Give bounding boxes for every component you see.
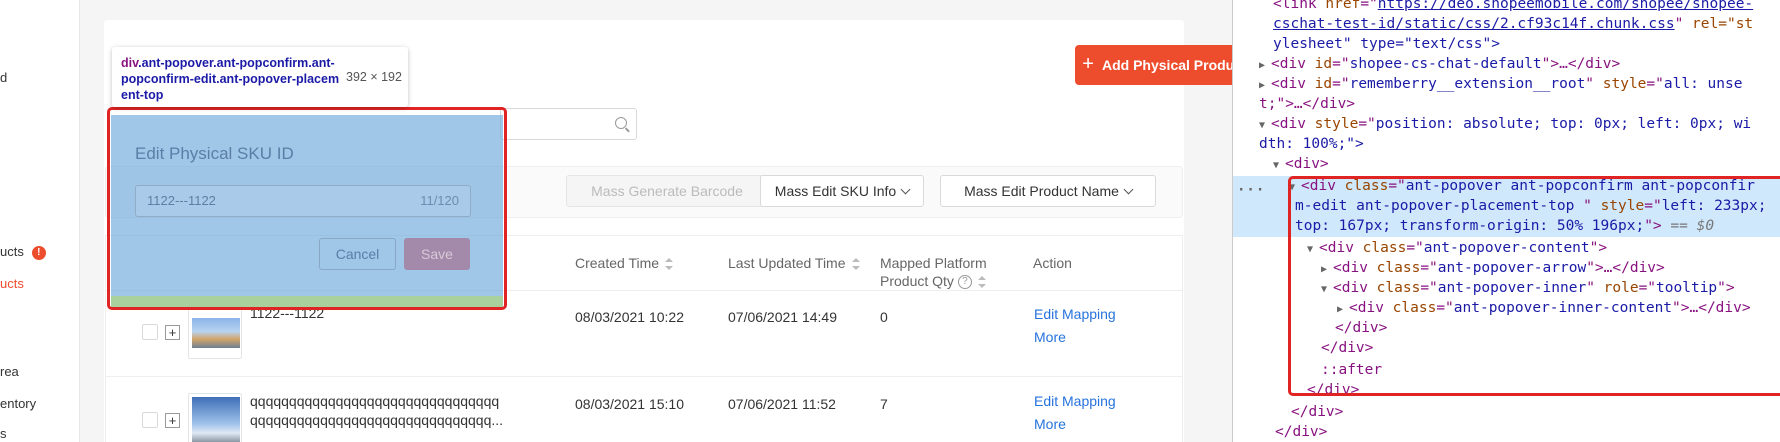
dom-node-line[interactable]: dth: 100%;"> (1233, 134, 1780, 155)
add-physical-product-button[interactable]: + Add Physical Product (1075, 45, 1254, 85)
mass-generate-barcode-button[interactable]: Mass Generate Barcode (566, 175, 768, 207)
annotation-highlight-box (107, 107, 507, 310)
column-header-action: Action (1033, 255, 1072, 271)
sidebar-item-area[interactable]: rea (0, 364, 19, 379)
edit-mapping-link[interactable]: Edit Mapping (1034, 305, 1116, 323)
mass-edit-product-name-button[interactable]: Mass Edit Product Name (940, 175, 1156, 207)
last-updated-time: 07/06/2021 11:52 (728, 396, 836, 412)
column-header-created-time[interactable]: Created Time (575, 254, 674, 272)
left-sidebar: d ucts! ucts rea entory s (0, 0, 80, 442)
dom-node-line[interactable]: <link href="https://deo.shopeemobile.com… (1233, 0, 1780, 15)
product-name-line-1: qqqqqqqqqqqqqqqqqqqqqqqqqqqqqqqq (250, 393, 500, 409)
element-selector: div.ant-popover.ant-popconfirm.ant-popco… (121, 56, 340, 102)
search-icon[interactable] (615, 117, 627, 129)
plus-icon: + (1082, 53, 1094, 75)
product-name-line-2: qqqqqqqqqqqqqqqqqqqqqqqqqqqqqqq... (250, 412, 504, 428)
sidebar-item[interactable]: s (0, 426, 7, 441)
sidebar-item-inventory[interactable]: entory (0, 396, 36, 411)
help-icon[interactable]: ? (957, 275, 972, 290)
product-thumbnail (188, 305, 242, 359)
row-checkbox[interactable] (142, 324, 158, 340)
last-updated-time: 07/06/2021 14:49 (728, 309, 837, 325)
row-checkbox[interactable] (142, 412, 158, 428)
column-header-mapped-qty[interactable]: Mapped Platform Product Qty? (880, 254, 987, 290)
sidebar-item-products[interactable]: ucts! (0, 244, 46, 260)
edit-mapping-link[interactable]: Edit Mapping (1034, 392, 1116, 410)
dom-node-line[interactable]: ▶ <div id="rememberry__extension__root" s… (1233, 74, 1780, 95)
search-field[interactable] (500, 108, 637, 140)
expand-row-icon[interactable]: + (165, 325, 180, 340)
more-link[interactable]: More (1034, 328, 1066, 346)
sort-icon[interactable] (851, 258, 860, 271)
element-size: 392 × 192 (346, 70, 402, 84)
mapped-qty: 0 (880, 309, 888, 325)
dom-node-line[interactable]: t;">…</div> (1233, 94, 1780, 115)
dom-node-line[interactable]: ▼ <div style="position: absolute; top: 0p… (1233, 114, 1780, 135)
sidebar-item[interactable]: d (0, 70, 7, 85)
node-options-icon[interactable]: ··· (1237, 180, 1265, 201)
product-thumbnail (188, 393, 242, 442)
sort-icon[interactable] (665, 258, 674, 271)
dom-node-line[interactable]: ylesheet" type="text/css"> (1233, 34, 1780, 55)
mass-edit-sku-info-button[interactable]: Mass Edit SKU Info (760, 175, 924, 207)
chevron-down-icon (900, 184, 911, 194)
screen: d ucts! ucts rea entory s + Add Physical… (0, 0, 1780, 442)
more-link[interactable]: More (1034, 415, 1066, 433)
created-time: 08/03/2021 15:10 (575, 396, 684, 412)
sort-icon[interactable] (977, 276, 986, 289)
created-time: 08/03/2021 10:22 (575, 309, 684, 325)
dom-node-line[interactable]: </div> (1233, 422, 1780, 442)
annotation-highlight-box (1288, 176, 1780, 396)
inspector-tooltip: div.ant-popover.ant-popconfirm.ant-popco… (112, 47, 408, 107)
chevron-down-icon (1123, 184, 1134, 194)
expand-row-icon[interactable]: + (165, 413, 180, 428)
column-header-last-updated-time[interactable]: Last Updated Time (728, 254, 860, 272)
mapped-qty: 7 (880, 396, 888, 412)
dom-node-line[interactable]: ▶ <div id="shopee-cs-chat-default">…</div… (1233, 54, 1780, 75)
dom-node-line[interactable]: ▼ <div> (1233, 154, 1780, 175)
sidebar-item-products-active[interactable]: ucts (0, 276, 24, 291)
row-divider (105, 376, 1183, 377)
dom-node-line[interactable]: cschat-test-id/static/css/2.cf93c14f.chu… (1233, 14, 1780, 35)
alert-badge-icon: ! (31, 246, 46, 260)
dom-node-line[interactable]: </div> (1233, 402, 1780, 423)
